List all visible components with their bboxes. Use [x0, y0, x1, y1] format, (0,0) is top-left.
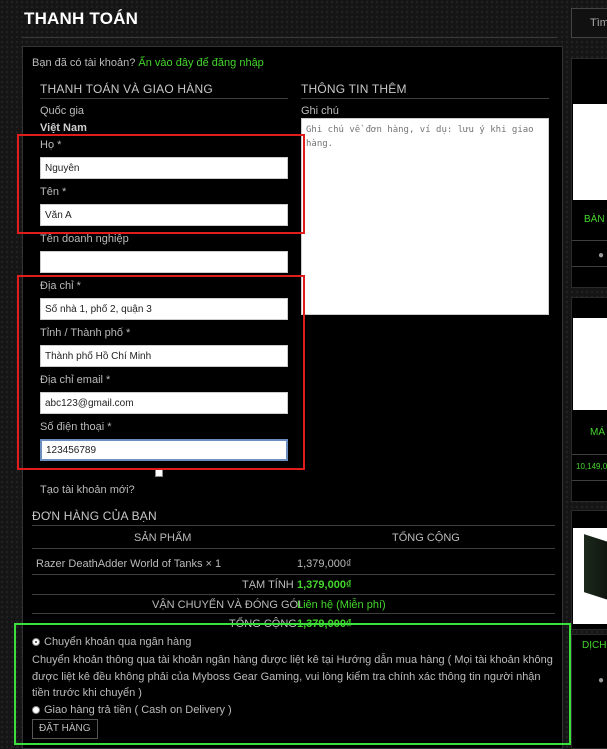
sidebar-rule-3	[572, 454, 607, 455]
additional-heading-rule	[301, 98, 549, 99]
info-icon: ●	[598, 250, 605, 261]
order-item-name: Razer DeathAdder World of Tanks × 1	[36, 558, 222, 570]
sidebar-search-placeholder: Tìm	[590, 17, 607, 29]
order-heading: ĐƠN HÀNG CỦA BẠN	[32, 509, 157, 523]
notes-label: Ghi chú	[301, 105, 339, 117]
title-divider	[22, 37, 557, 38]
order-heading-rule	[32, 525, 555, 526]
order-item-rule	[32, 574, 555, 575]
sidebar-product-image-2	[573, 318, 607, 410]
sidebar-product-image-1	[573, 104, 607, 200]
login-prompt-text: Bạn đã có tài khoản?	[32, 57, 136, 69]
additional-heading: THÔNG TIN THÊM	[301, 82, 407, 96]
shipping-value: Liên hệ (Miễn phí)	[297, 599, 386, 611]
sidebar-product-card-4[interactable]	[571, 634, 607, 749]
login-prompt: Bạn đã có tài khoản? Ấn vào đây để đăng …	[32, 57, 264, 69]
sidebar-product-title-1[interactable]: BÀN	[584, 214, 605, 225]
col-product-header: SẢN PHẨM	[134, 532, 192, 544]
subtotal-value: 1,379,000₫	[297, 579, 352, 591]
sidebar-product-price-2: 10,149,0	[576, 462, 607, 471]
company-field[interactable]	[40, 251, 288, 273]
billing-heading: THANH TOÁN VÀ GIAO HÀNG	[40, 82, 213, 96]
shipping-rule	[32, 613, 555, 614]
order-item-total: 1,379,000₫	[297, 558, 352, 570]
highlight-payment-section	[14, 623, 571, 745]
sidebar-search-input[interactable]: Tìm	[571, 8, 607, 38]
page-title: THANH TOÁN	[24, 9, 139, 28]
info-icon-2: ●	[598, 675, 605, 686]
highlight-address-fields	[17, 275, 305, 470]
country-value: Việt Nam	[40, 122, 87, 134]
order-notes-textarea[interactable]	[301, 118, 549, 315]
country-label: Quốc gia	[40, 105, 85, 117]
subtotal-label: TẠM TÍNH	[242, 579, 294, 591]
shipping-label: VẬN CHUYỂN VÀ ĐÓNG GÓI	[152, 599, 302, 611]
subtotal-rule	[32, 594, 555, 595]
company-label: Tên doanh nghiệp	[40, 233, 129, 245]
sidebar-product-title-4[interactable]: DỊCH	[582, 640, 606, 651]
order-header-rule	[32, 548, 555, 549]
sidebar-rule-1	[572, 240, 607, 241]
highlight-name-fields	[17, 134, 305, 234]
sidebar-rule-4	[572, 480, 607, 481]
sidebar-rule-2	[572, 266, 607, 267]
create-account-checkbox[interactable]	[155, 469, 163, 477]
keyboard-image	[584, 534, 607, 600]
col-total-header: TỔNG CỘNG	[392, 532, 460, 544]
sidebar-product-title-2[interactable]: MÁ	[590, 427, 605, 438]
create-account-label: Tạo tài khoản mới?	[40, 484, 135, 496]
billing-heading-rule	[40, 98, 288, 99]
login-link[interactable]: Ấn vào đây để đăng nhập	[138, 57, 263, 69]
